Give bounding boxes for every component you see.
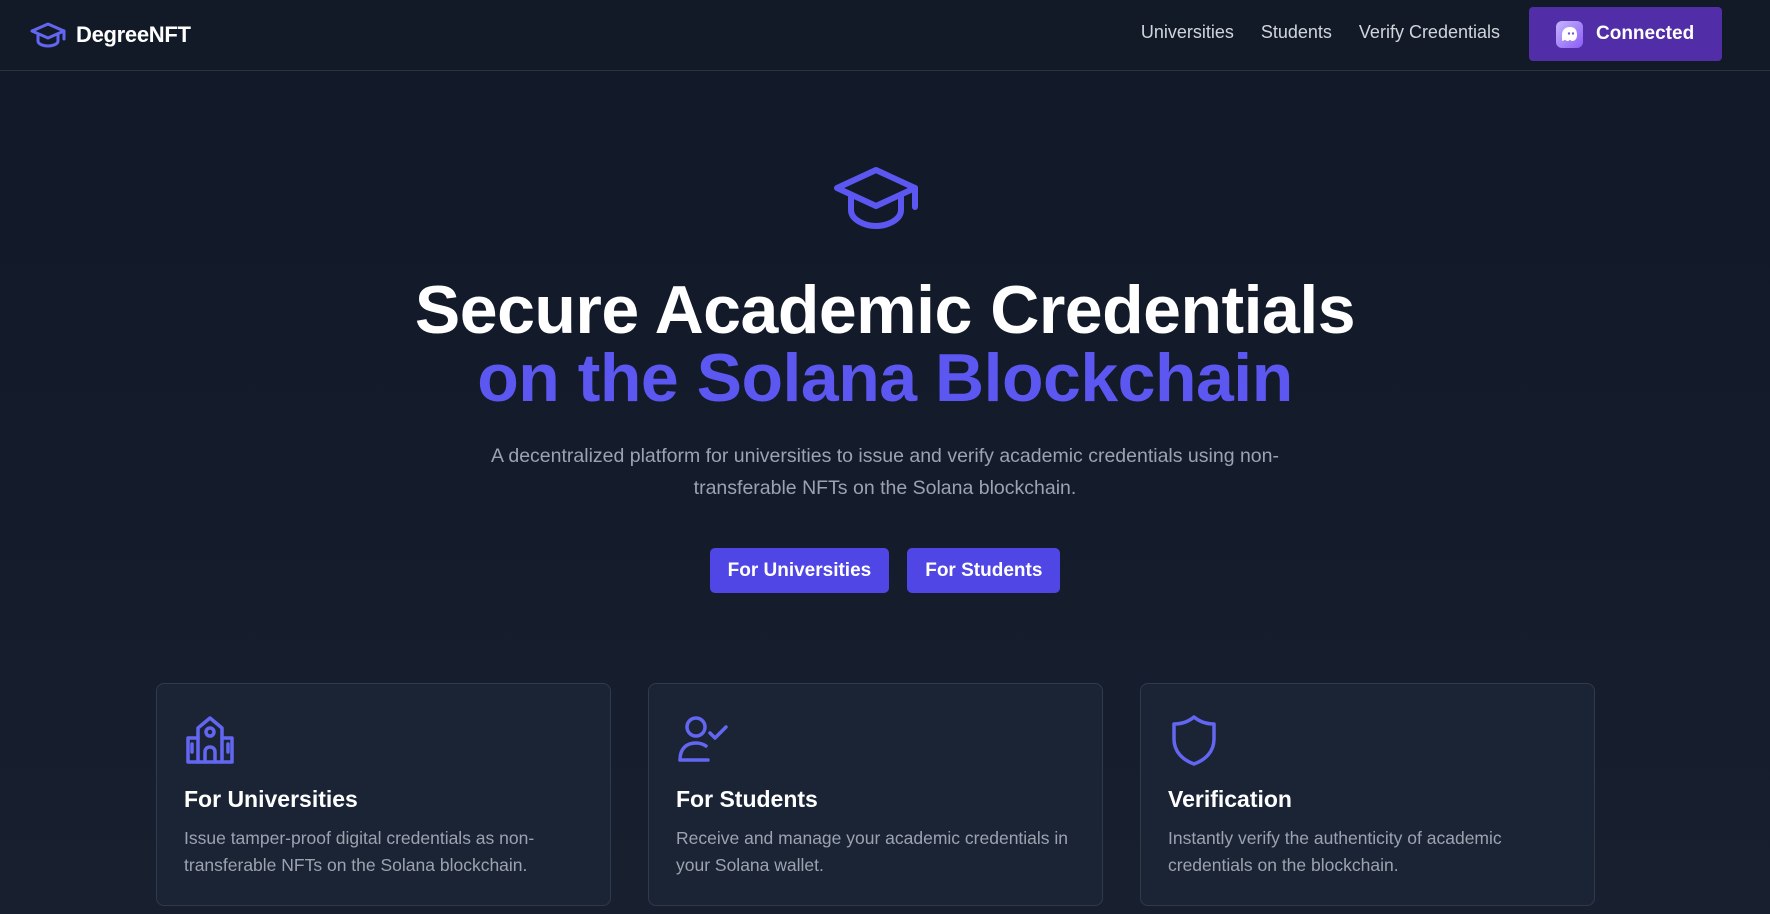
nav-students-link[interactable]: Students — [1261, 22, 1332, 43]
feature-card-universities: For Universities Issue tamper-proof digi… — [156, 683, 611, 906]
hero-cta-group: For Universities For Students — [0, 548, 1770, 593]
feature-description: Instantly verify the authenticity of aca… — [1168, 828, 1502, 875]
graduation-cap-icon — [834, 167, 918, 229]
phantom-ghost-icon — [1556, 20, 1583, 48]
feature-title: For Students — [676, 786, 818, 812]
brand-name: DegreeNFT — [76, 22, 191, 47]
user-check-icon — [678, 716, 728, 762]
school-building-icon — [186, 716, 234, 764]
main-nav: Universities Students Verify Credentials — [1141, 22, 1500, 43]
brand-logo-link[interactable]: DegreeNFT — [30, 18, 191, 52]
graduation-cap-icon — [30, 22, 66, 48]
feature-card-verification: Verification Instantly verify the authen… — [1140, 683, 1595, 906]
wallet-button-label: Connected — [1596, 23, 1695, 44]
feature-description: Receive and manage your academic credent… — [676, 828, 1069, 875]
feature-title: For Universities — [184, 786, 358, 812]
hero-title-line2: on the Solana Blockchain — [477, 340, 1293, 416]
wallet-connected-button[interactable]: Connected — [1529, 7, 1722, 61]
hero-title: Secure Academic Credentials on the Solan… — [0, 276, 1770, 412]
feature-description: Issue tamper-proof digital credentials a… — [184, 828, 535, 875]
feature-card-students: For Students Receive and manage your aca… — [648, 683, 1103, 906]
for-universities-button[interactable]: For Universities — [709, 548, 890, 593]
nav-verify-credentials-link[interactable]: Verify Credentials — [1359, 22, 1500, 43]
nav-universities-link[interactable]: Universities — [1141, 22, 1234, 43]
features-section: For Universities Issue tamper-proof digi… — [156, 683, 1596, 906]
hero-subtitle: A decentralized platform for universitie… — [491, 445, 1279, 499]
hero-title-line1: Secure Academic Credentials — [414, 272, 1356, 348]
top-navbar: DegreeNFT Universities Students Verify C… — [0, 0, 1770, 71]
shield-icon — [1172, 715, 1216, 766]
feature-title: Verification — [1168, 786, 1292, 812]
for-students-button[interactable]: For Students — [907, 548, 1061, 593]
